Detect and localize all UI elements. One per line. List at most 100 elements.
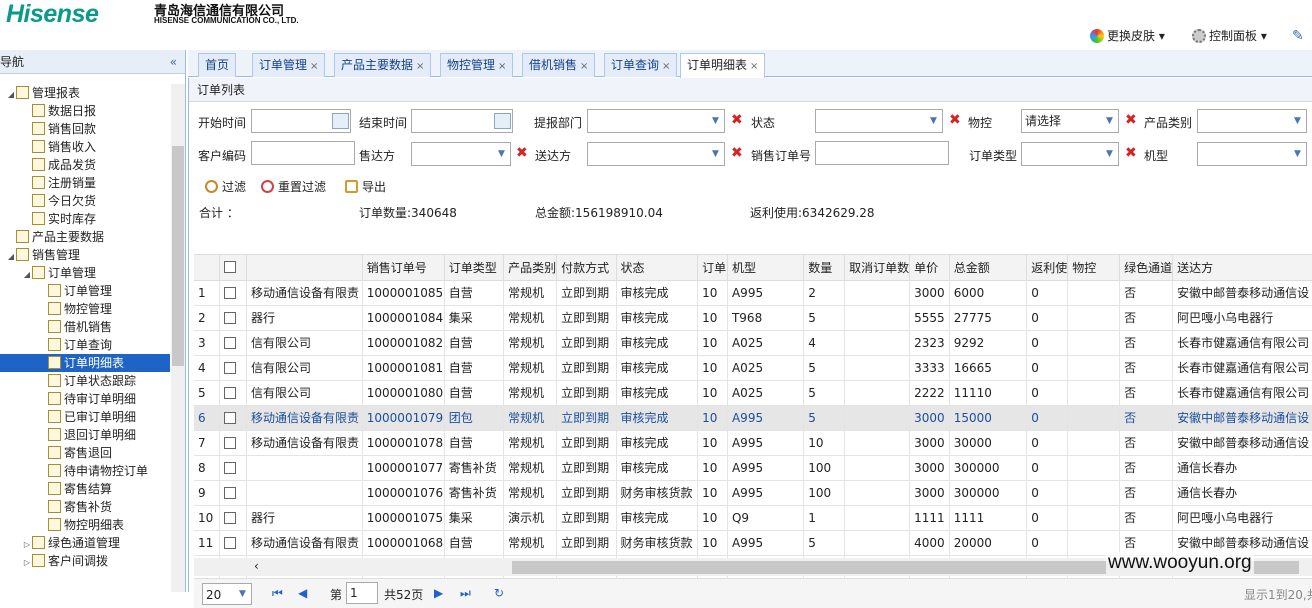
start-time-input[interactable]: [251, 109, 351, 133]
clear-x-icon[interactable]: ✖: [1125, 112, 1137, 128]
prev-page-icon[interactable]: ◀: [298, 586, 307, 600]
clear-x-icon[interactable]: ✖: [949, 112, 961, 128]
reset-filter-button[interactable]: 重置过滤: [261, 178, 326, 195]
filter-button[interactable]: 过滤: [205, 178, 246, 195]
table-row[interactable]: 8 1000001077 寄售补货 常规机 立即到期 审核完成 10 A995 100 3000 3…: [194, 455, 1312, 481]
row-checkbox[interactable]: [223, 461, 236, 474]
model-select[interactable]: ▼: [1197, 142, 1307, 166]
column-header[interactable]: 销售订单号: [362, 255, 445, 281]
close-icon[interactable]: ×: [750, 61, 758, 72]
export-button[interactable]: 导出: [345, 178, 386, 195]
expand-toggle-icon[interactable]: ▷: [22, 554, 32, 572]
change-skin-button[interactable]: 更换皮肤 ▾: [1090, 28, 1165, 44]
clear-x-icon[interactable]: ✖: [516, 145, 528, 161]
sidebar-item[interactable]: 订单状态跟踪: [0, 372, 170, 390]
sold-to-select[interactable]: ▼: [411, 142, 511, 166]
row-checkbox[interactable]: [223, 486, 236, 499]
sidebar-item[interactable]: 寄售补货: [0, 498, 170, 516]
column-header[interactable]: 总金额: [949, 255, 1028, 281]
column-header[interactable]: 机型: [727, 255, 805, 281]
calendar-icon[interactable]: [494, 113, 511, 129]
column-header[interactable]: [246, 255, 363, 281]
sidebar-item[interactable]: ◢ 销售管理: [0, 246, 170, 264]
table-row[interactable]: 2 器行 1000001084 集采 常规机 立即到期 审核完成 10 T968 5 5555 277…: [194, 305, 1312, 331]
page-size-select[interactable]: 20 ▼: [202, 583, 252, 605]
close-icon[interactable]: ×: [662, 61, 670, 72]
sidebar-item[interactable]: ▷ 客户间调拨: [0, 552, 170, 570]
column-header[interactable]: 返利使: [1026, 255, 1069, 281]
sidebar-item[interactable]: 订单管理: [0, 282, 170, 300]
row-checkbox[interactable]: [223, 361, 236, 374]
column-header[interactable]: 取消订单数: [844, 255, 911, 281]
select-all-checkbox[interactable]: [223, 261, 236, 274]
row-checkbox[interactable]: [223, 411, 236, 424]
sidebar-scroll-thumb[interactable]: [172, 146, 184, 366]
page-number-input[interactable]: 1: [346, 582, 378, 604]
refresh-icon[interactable]: ↻: [494, 586, 504, 600]
sidebar-item[interactable]: 寄售退回: [0, 444, 170, 462]
customer-code-input[interactable]: [251, 141, 355, 165]
sidebar-item[interactable]: 数据日报: [0, 102, 170, 120]
sidebar-item[interactable]: 已审订单明细: [0, 408, 170, 426]
sidebar-item[interactable]: 订单查询: [0, 336, 170, 354]
sidebar-item[interactable]: 注册销量: [0, 174, 170, 192]
sidebar-item[interactable]: ◢ 订单管理: [0, 264, 170, 282]
sidebar-item[interactable]: 订单明细表: [0, 354, 170, 372]
sidebar-item[interactable]: 今日欠货: [0, 192, 170, 210]
status-select[interactable]: ▼: [815, 109, 943, 133]
sidebar-item[interactable]: 成品发货: [0, 156, 170, 174]
table-row[interactable]: 10 器行 1000001075 集采 演示机 立即到期 审核完成 10 Q9 1 1111 1111…: [194, 505, 1312, 531]
tools-icon[interactable]: ✎: [1292, 28, 1304, 44]
sidebar-item[interactable]: 销售收入: [0, 138, 170, 156]
table-row[interactable]: 9 1000001076 寄售补货 常规机 立即到期 财务审核货款 10 A995 100 300…: [194, 480, 1312, 506]
row-checkbox[interactable]: [223, 386, 236, 399]
sidebar-item[interactable]: 销售回款: [0, 120, 170, 138]
sidebar-item[interactable]: ▷ 绿色通道管理: [0, 534, 170, 552]
tab-5[interactable]: 订单查询 ×: [604, 53, 678, 77]
sidebar-item[interactable]: 退回订单明细: [0, 426, 170, 444]
tab-1[interactable]: 订单管理 ×: [252, 53, 326, 77]
column-header[interactable]: [219, 255, 248, 281]
product-category-select[interactable]: ▼: [1197, 109, 1307, 133]
calendar-icon[interactable]: [332, 113, 349, 129]
first-page-icon[interactable]: ⏮: [272, 586, 283, 601]
close-icon[interactable]: ×: [580, 61, 588, 72]
row-checkbox[interactable]: [223, 286, 236, 299]
close-icon[interactable]: ×: [498, 61, 506, 72]
sidebar-item[interactable]: 物控管理: [0, 300, 170, 318]
table-row[interactable]: 1 移动通信设备有限责 1000001085 自营 常规机 立即到期 审核完成 10 A995 2…: [194, 280, 1312, 306]
sidebar-item[interactable]: 借机销售: [0, 318, 170, 336]
close-icon[interactable]: ×: [310, 61, 318, 72]
sidebar-item[interactable]: 待审订单明细: [0, 390, 170, 408]
column-header[interactable]: 送达方: [1172, 255, 1312, 281]
ship-to-select[interactable]: ▼: [587, 142, 725, 166]
sidebar-item[interactable]: 物控明细表: [0, 516, 170, 534]
column-header[interactable]: 订单: [697, 255, 728, 281]
sidebar-item[interactable]: 寄售结算: [0, 480, 170, 498]
column-header[interactable]: 物控: [1067, 255, 1121, 281]
column-header[interactable]: 付款方式: [556, 255, 617, 281]
order-type-select[interactable]: ▼: [1021, 142, 1119, 166]
sidebar-item[interactable]: 待申请物控订单: [0, 462, 170, 480]
column-header[interactable]: 单价: [909, 255, 950, 281]
wukong-select[interactable]: 请选择 ▼: [1021, 109, 1119, 133]
tab-6[interactable]: 订单明细表 ×: [680, 53, 766, 78]
column-header[interactable]: 绿色通道: [1119, 255, 1174, 281]
row-checkbox[interactable]: [223, 311, 236, 324]
clear-x-icon[interactable]: ✖: [731, 145, 743, 161]
clear-x-icon[interactable]: ✖: [1125, 145, 1137, 161]
sales-order-no-input[interactable]: [815, 141, 949, 165]
control-panel-button[interactable]: 控制面板 ▾: [1192, 28, 1267, 44]
table-row[interactable]: 3 信有限公司 1000001082 自营 常规机 立即到期 审核完成 10 A025 4 2323…: [194, 330, 1312, 356]
sidebar-item[interactable]: 实时库存: [0, 210, 170, 228]
sidebar-item[interactable]: ◢ 管理报表: [0, 84, 170, 102]
row-checkbox[interactable]: [223, 511, 236, 524]
column-header[interactable]: [194, 255, 220, 281]
tab-3[interactable]: 物控管理 ×: [440, 53, 514, 77]
table-row[interactable]: 7 移动通信设备有限责 1000001078 自营 常规机 立即到期 审核完成 10 A995 1…: [194, 430, 1312, 456]
table-row[interactable]: 5 信有限公司 1000001080 自营 常规机 立即到期 审核完成 10 A025 5 2222…: [194, 380, 1312, 406]
tab-0[interactable]: 首页: [198, 53, 237, 77]
tab-2[interactable]: 产品主要数据 ×: [334, 53, 432, 77]
clear-x-icon[interactable]: ✖: [731, 112, 743, 128]
row-checkbox[interactable]: [223, 436, 236, 449]
